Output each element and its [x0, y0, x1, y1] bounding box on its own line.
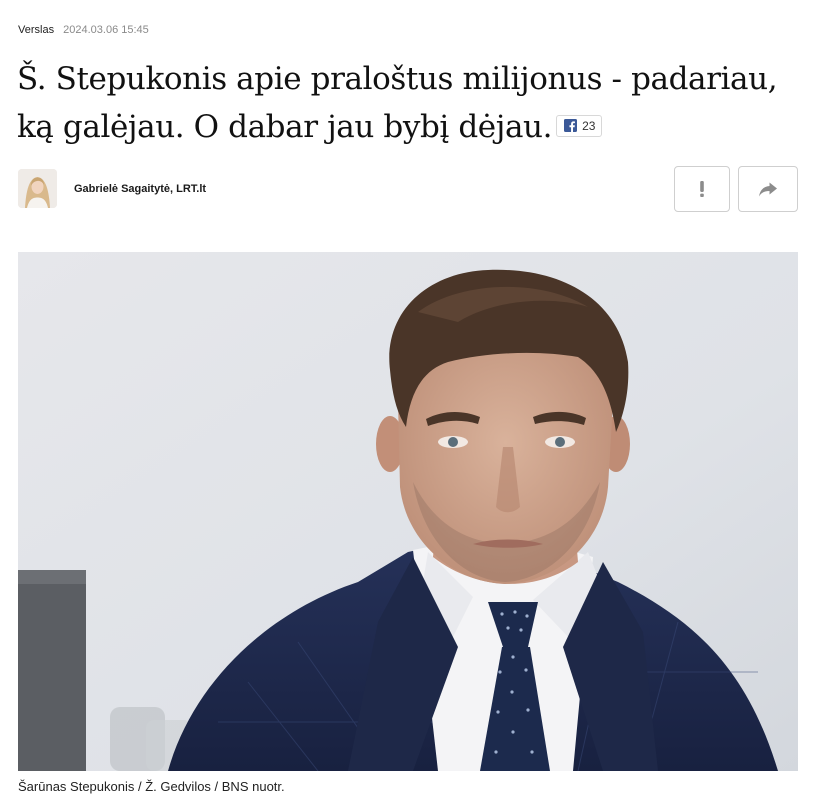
share-button[interactable]: [738, 166, 798, 212]
facebook-share-badge[interactable]: 23: [556, 114, 603, 137]
author-avatar[interactable]: [18, 169, 57, 208]
share-arrow-icon: [759, 182, 777, 197]
report-button[interactable]: [674, 166, 730, 212]
facebook-icon: [564, 119, 578, 132]
article-title-text: Š. Stepukonis apie praloštus milijonus -…: [17, 61, 778, 145]
author-block: Gabrielė Sagaitytė, LRT.lt: [18, 169, 206, 208]
article-meta: Verslas 2024.03.06 15:45: [18, 23, 149, 37]
article-title: Š. Stepukonis apie praloštus milijonus -…: [17, 55, 817, 151]
author-name[interactable]: Gabrielė Sagaitytė, LRT.lt: [74, 183, 206, 195]
facebook-share-count: 23: [582, 118, 596, 133]
article-photo[interactable]: [18, 252, 798, 771]
photo-caption: Šarūnas Stepukonis / Ž. Gedvilos / BNS n…: [18, 779, 285, 794]
publish-date: 2024.03.06 15:45: [63, 24, 149, 36]
category-link[interactable]: Verslas: [18, 24, 54, 36]
portrait-photo: [18, 252, 798, 771]
exclamation-icon: [700, 181, 704, 197]
